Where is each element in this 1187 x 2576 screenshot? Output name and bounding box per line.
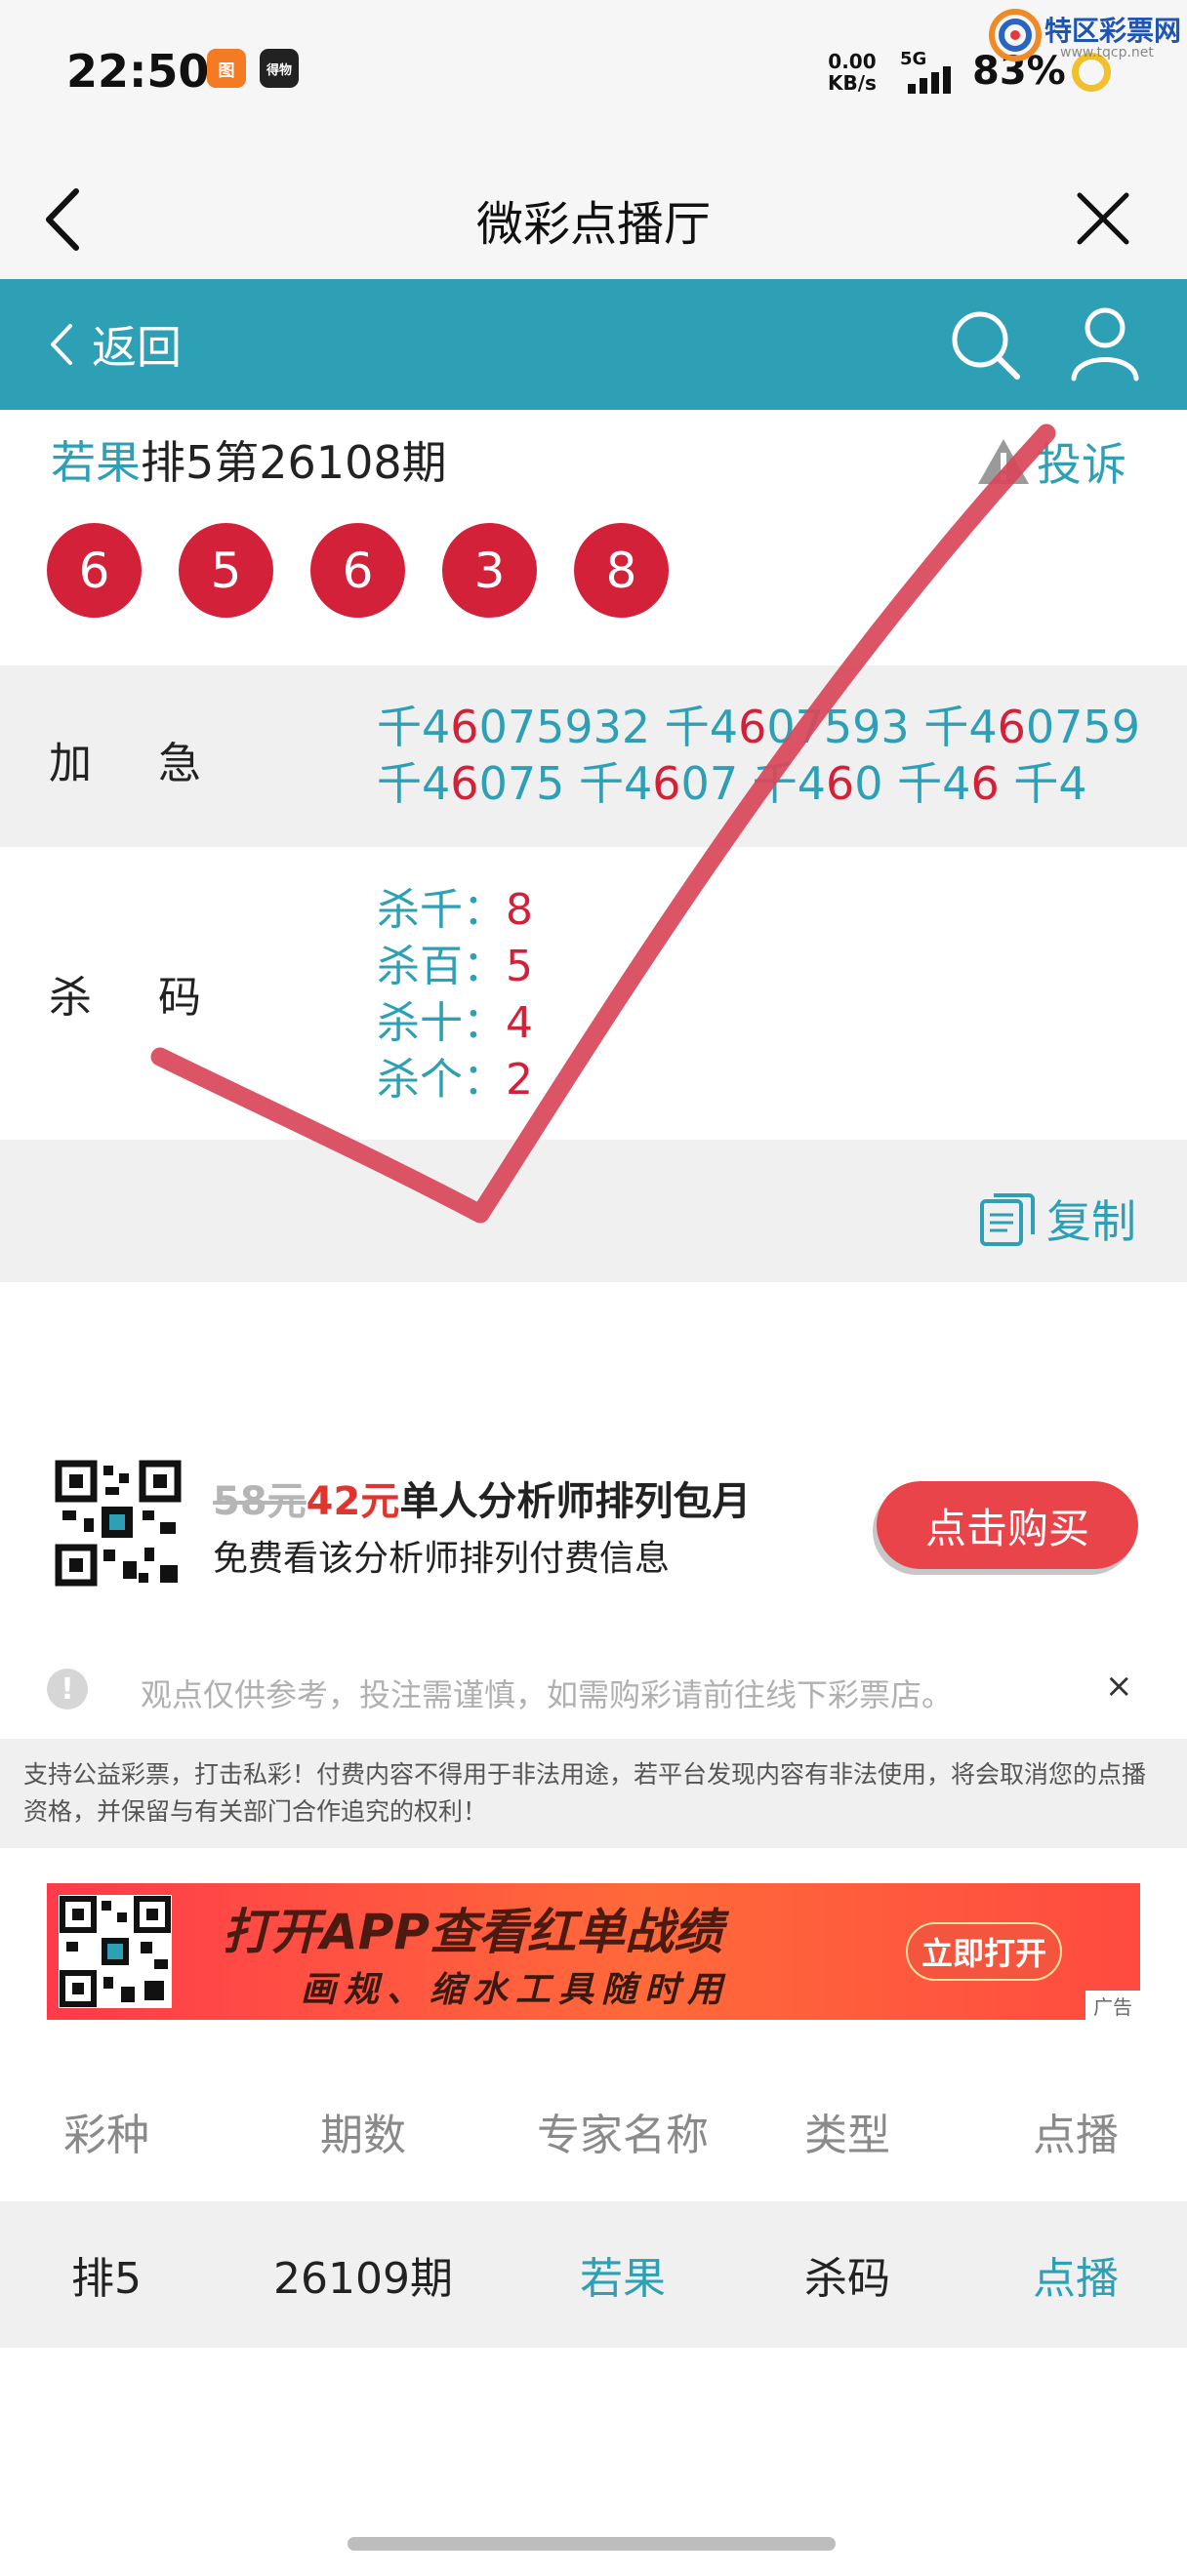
status-time: 22:50 — [66, 45, 210, 98]
kill-item: 杀个：2 — [377, 1055, 533, 1105]
kill-item: 杀千：8 — [377, 885, 533, 935]
copy-button[interactable]: 复制 — [978, 1187, 1136, 1251]
column-header: 彩种 — [63, 2111, 149, 2160]
jiaji-row: 加急 千46075932 千4607593 千460759 千46075 千46… — [0, 665, 1187, 847]
column-header: 专家名称 — [537, 2111, 709, 2160]
user-icon[interactable] — [1068, 304, 1142, 382]
result-balls: 6 5 6 3 8 — [47, 523, 669, 618]
app-notification-icon: 图 — [207, 49, 246, 88]
info-icon: ! — [47, 1669, 88, 1710]
jiaji-line-1: 千46075932 千4607593 千460759 — [377, 701, 1140, 753]
column-header: 点播 — [1033, 2111, 1119, 2160]
app-ad-banner[interactable]: 打开APP查看红单战绩 画规、缩水工具随时用 立即打开 广告 — [47, 1883, 1140, 2020]
result-ball: 6 — [310, 523, 405, 618]
complain-button[interactable]: 投诉 — [976, 429, 1126, 494]
result-ball: 3 — [442, 523, 537, 618]
column-header: 类型 — [804, 2111, 890, 2160]
page-title: 微彩点播厅 — [475, 197, 711, 252]
network-speed: 0.00 KB/s — [828, 50, 877, 95]
buy-button[interactable]: 点击购买 — [877, 1481, 1138, 1569]
kill-list: 杀千：8 杀百：5 杀十：4 杀个：2 — [377, 882, 533, 1108]
subscription-promo: 58元42元单人分析师排列包月 免费看该分析师排列付费信息 点击购买 — [0, 1450, 1187, 1596]
site-watermark: 特区彩票网 www.tqcp.net — [986, 4, 1187, 66]
jiaji-label: 加急 — [49, 739, 267, 788]
table-row: 排5 26109期 若果 杀码 点播 — [0, 2201, 1187, 2348]
kill-item: 杀十：4 — [377, 998, 533, 1048]
table-header: 彩种 期数 专家名称 类型 点播 — [0, 2061, 1187, 2201]
signal-icon — [908, 66, 951, 94]
new-price: 42元 — [306, 1479, 400, 1524]
app-notification-icon: 得物 — [260, 49, 299, 88]
header-toolbar: 返回 — [0, 279, 1187, 410]
jiaji-numbers: 千46075932 千4607593 千460759 千46075 千4607 … — [377, 699, 1140, 812]
play-link[interactable]: 点播 — [964, 2201, 1187, 2348]
copy-row: 复制 — [0, 1140, 1187, 1282]
result-ball: 5 — [179, 523, 273, 618]
banner-subline: 画规、缩水工具随时用 — [301, 1970, 731, 2010]
shama-row: 杀码 杀千：8 杀百：5 杀十：4 杀个：2 — [0, 847, 1187, 1140]
watermark-text: 特区彩票网 — [1044, 15, 1182, 47]
banner-headline: 打开APP查看红单战绩 — [223, 1904, 722, 1960]
type-cell: 杀码 — [804, 2254, 890, 2304]
close-icon[interactable] — [1074, 189, 1132, 248]
back-button[interactable]: 返回 — [49, 308, 182, 381]
disclaimer-text: 观点仅供参考，投注需谨慎，如需购彩请前往线下彩票店。 — [141, 1676, 954, 1713]
issue-title: 若果排5第26108期 — [51, 427, 447, 492]
disclaimer-bar: ! 观点仅供参考，投注需谨慎，如需购彩请前往线下彩票店。 × — [0, 1649, 1187, 1733]
back-label: 返回 — [92, 321, 182, 374]
copy-icon — [980, 1193, 1035, 1246]
search-icon[interactable] — [947, 306, 1023, 382]
promo-subtitle: 免费看该分析师排列付费信息 — [213, 1539, 671, 1579]
issue-number: 排5第26108期 — [141, 436, 447, 489]
open-app-button[interactable]: 立即打开 — [906, 1922, 1062, 1981]
expert-name[interactable]: 若果 — [51, 436, 141, 489]
expert-link[interactable]: 若果 — [506, 2201, 740, 2348]
promo-title: 58元42元单人分析师排列包月 — [213, 1479, 752, 1524]
ad-label: 广告 — [1085, 1991, 1140, 2020]
qr-code-icon — [59, 1895, 172, 2008]
kill-item: 杀百：5 — [377, 942, 533, 991]
old-price: 58元 — [213, 1479, 307, 1524]
warning-icon — [978, 439, 1029, 484]
home-indicator[interactable] — [348, 2537, 836, 2551]
result-ball: 6 — [47, 523, 142, 618]
close-icon[interactable]: × — [1105, 1667, 1133, 1706]
legal-notice: 支持公益彩票，打击私彩！付费内容不得用于非法用途，若平台发现内容有非法使用，将会… — [0, 1739, 1187, 1848]
nav-bar: 微彩点播厅 — [0, 146, 1187, 279]
lottery-type-cell: 排5 — [71, 2254, 142, 2304]
qr-code-icon — [55, 1460, 182, 1587]
complain-label: 投诉 — [1037, 438, 1126, 491]
chevron-left-icon — [51, 324, 72, 365]
jiaji-line-2: 千46075 千4607 千460 千46 千4 — [377, 757, 1087, 810]
result-ball: 8 — [574, 523, 669, 618]
issue-cell: 26109期 — [273, 2254, 453, 2304]
watermark-logo-icon — [989, 9, 1042, 61]
watermark-url: www.tqcp.net — [1060, 45, 1154, 60]
shama-label: 杀码 — [49, 973, 267, 1023]
column-header: 期数 — [320, 2111, 406, 2160]
copy-label: 复制 — [1046, 1195, 1136, 1248]
